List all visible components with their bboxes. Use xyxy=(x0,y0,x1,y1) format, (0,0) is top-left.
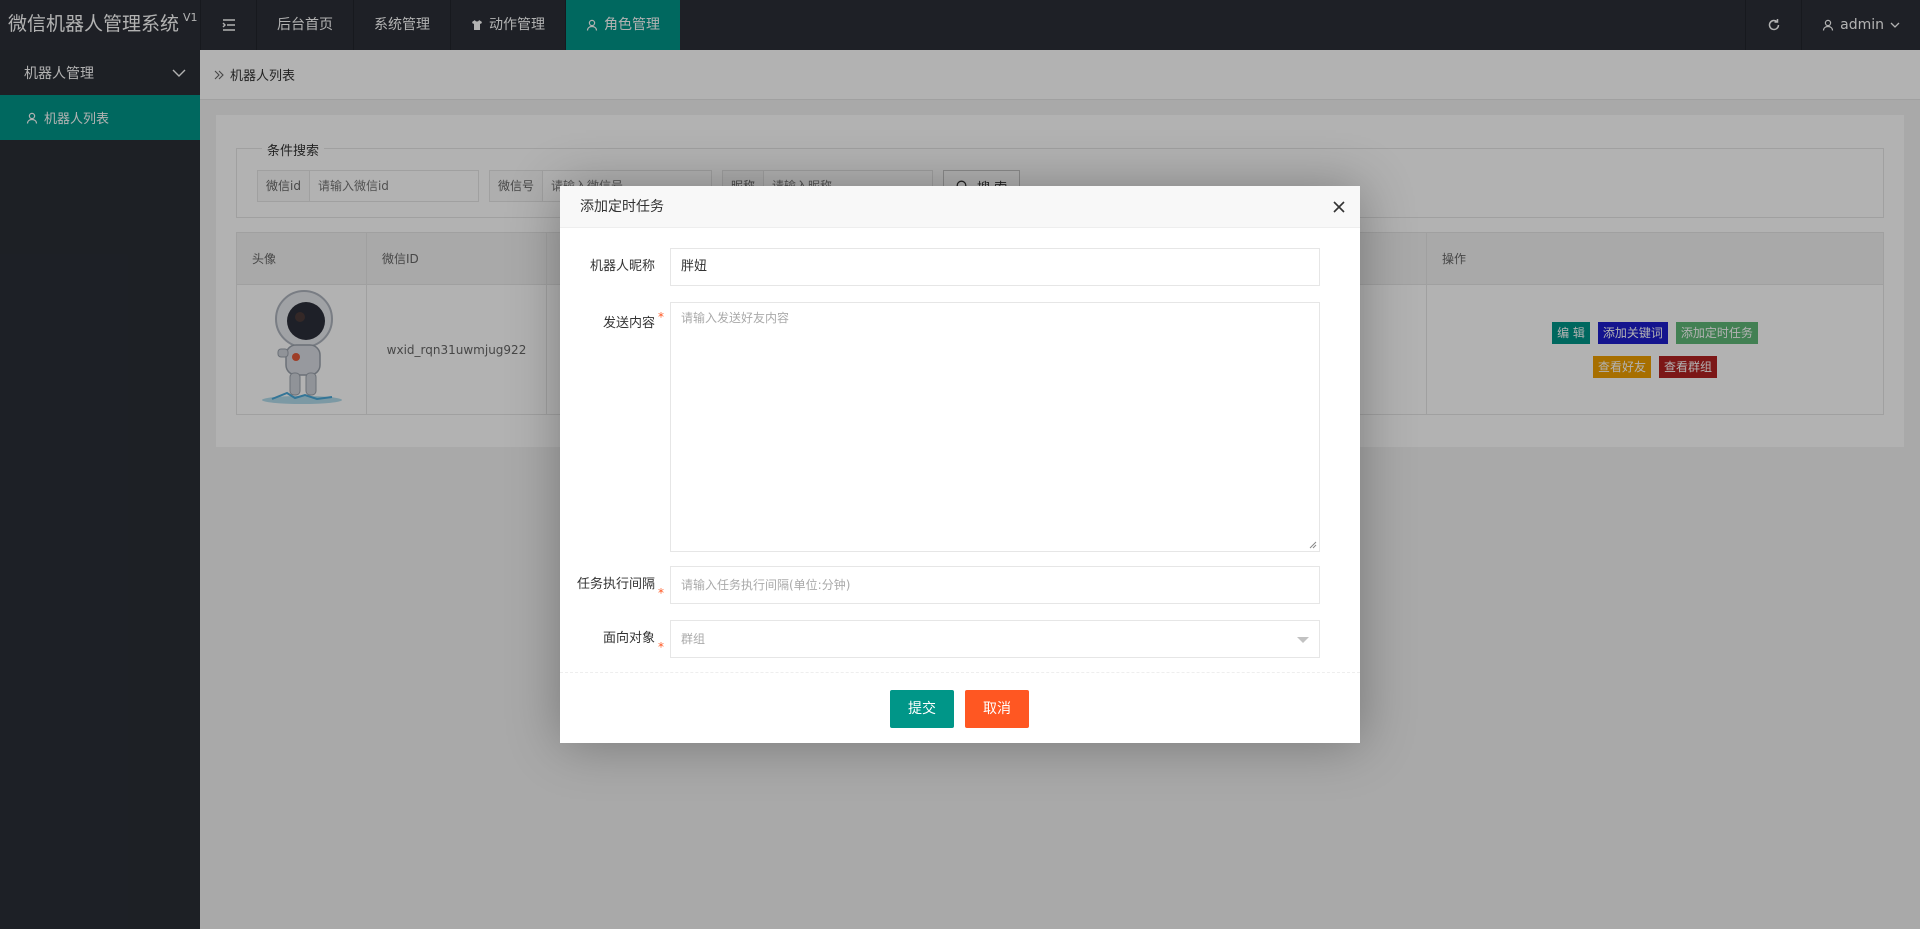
target-select-value: 群组 xyxy=(681,632,706,646)
cancel-button[interactable]: 取消 xyxy=(965,690,1029,728)
form-row-target: 面向对象 * 群组 xyxy=(560,620,1320,658)
nickname-input[interactable]: 胖妞 xyxy=(670,248,1320,286)
interval-input[interactable]: 请输入任务执行间隔(单位:分钟) xyxy=(670,566,1320,604)
content-label: 发送内容 * xyxy=(560,302,670,552)
add-scheduled-task-dialog: 添加定时任务 机器人昵称 胖妞 发送内容 * 请输入发送好友内容 任务执行间隔 … xyxy=(560,186,1360,743)
dialog-header: 添加定时任务 xyxy=(560,186,1360,228)
form-row-interval: 任务执行间隔 * 请输入任务执行间隔(单位:分钟) xyxy=(560,566,1320,604)
content-textarea[interactable]: 请输入发送好友内容 xyxy=(670,302,1320,552)
target-label-text: 面向对象 xyxy=(602,631,655,646)
resize-grip-icon[interactable] xyxy=(1309,541,1317,549)
submit-button[interactable]: 提交 xyxy=(890,690,954,728)
form-row-content: 发送内容 * 请输入发送好友内容 xyxy=(560,302,1320,552)
nickname-label-text: 机器人昵称 xyxy=(589,259,655,274)
nickname-label: 机器人昵称 xyxy=(560,248,670,286)
required-mark: * xyxy=(658,310,664,324)
form-row-nickname: 机器人昵称 胖妞 xyxy=(560,248,1320,286)
target-label: 面向对象 * xyxy=(560,620,670,658)
dialog-footer-divider xyxy=(560,672,1360,673)
content-placeholder: 请输入发送好友内容 xyxy=(681,311,790,325)
close-icon[interactable] xyxy=(1330,198,1348,216)
required-mark: * xyxy=(658,640,664,654)
dialog-title: 添加定时任务 xyxy=(580,199,664,215)
interval-label-text: 任务执行间隔 xyxy=(576,577,655,592)
caret-down-icon xyxy=(1297,637,1309,643)
content-label-text: 发送内容 xyxy=(602,316,655,331)
target-select[interactable]: 群组 xyxy=(670,620,1320,658)
interval-label: 任务执行间隔 * xyxy=(560,566,670,604)
required-mark: * xyxy=(658,586,664,600)
